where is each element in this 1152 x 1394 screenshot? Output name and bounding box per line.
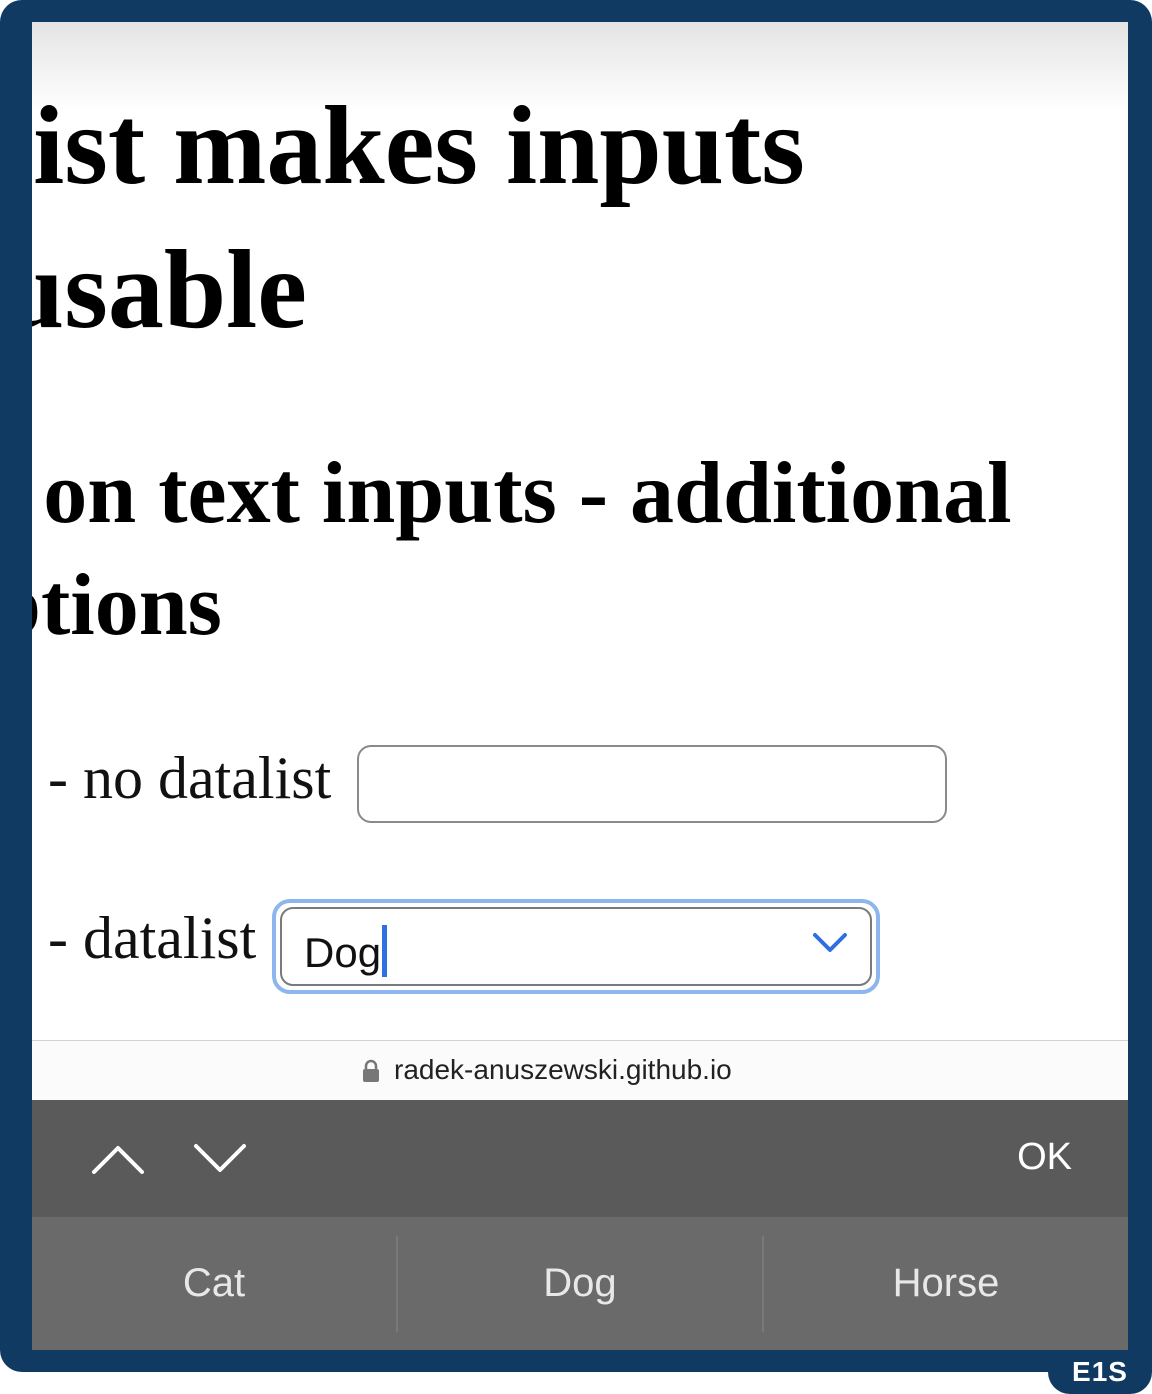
ok-button[interactable]: OK [1017,1136,1072,1179]
chevron-down-icon[interactable] [812,931,848,955]
datalist-input-value: Dog [304,925,388,977]
url-bar[interactable]: radek-anuszewski.github.io [32,1040,1128,1101]
url-text: radek-anuszewski.github.io [394,1054,732,1085]
datalist-value-text: Dog [304,929,382,976]
chevron-down-nav-icon [194,1144,246,1172]
suggestion-horse[interactable]: Horse [764,1217,1128,1350]
section-heading-line2: ptions [32,557,222,654]
page-heading-line2: usable [32,228,307,352]
no-datalist-input[interactable] [357,745,947,823]
no-datalist-label: - no datalist [48,745,332,811]
keyboard-accessory-toolbar: OK [32,1100,1128,1217]
chevron-up-icon [92,1146,144,1174]
suggestion-cat[interactable]: Cat [32,1217,396,1350]
datalist-label: - datalist [48,905,257,971]
section-heading-line1: t on text inputs - additional [32,445,1012,542]
text-caret [382,925,388,977]
brand-badge: E1S [1048,1350,1152,1394]
suggestion-bar: Cat Dog Horse [32,1217,1128,1350]
lock-icon [363,1059,379,1082]
page-heading-line1: list makes inputs [32,84,805,208]
datalist-input[interactable]: Dog [280,907,872,986]
browser-viewport: list makes inputs usable t on text input… [32,22,1128,1350]
suggestion-dog[interactable]: Dog [398,1217,762,1350]
next-field-button[interactable] [190,1134,250,1184]
previous-field-button[interactable] [88,1134,148,1184]
